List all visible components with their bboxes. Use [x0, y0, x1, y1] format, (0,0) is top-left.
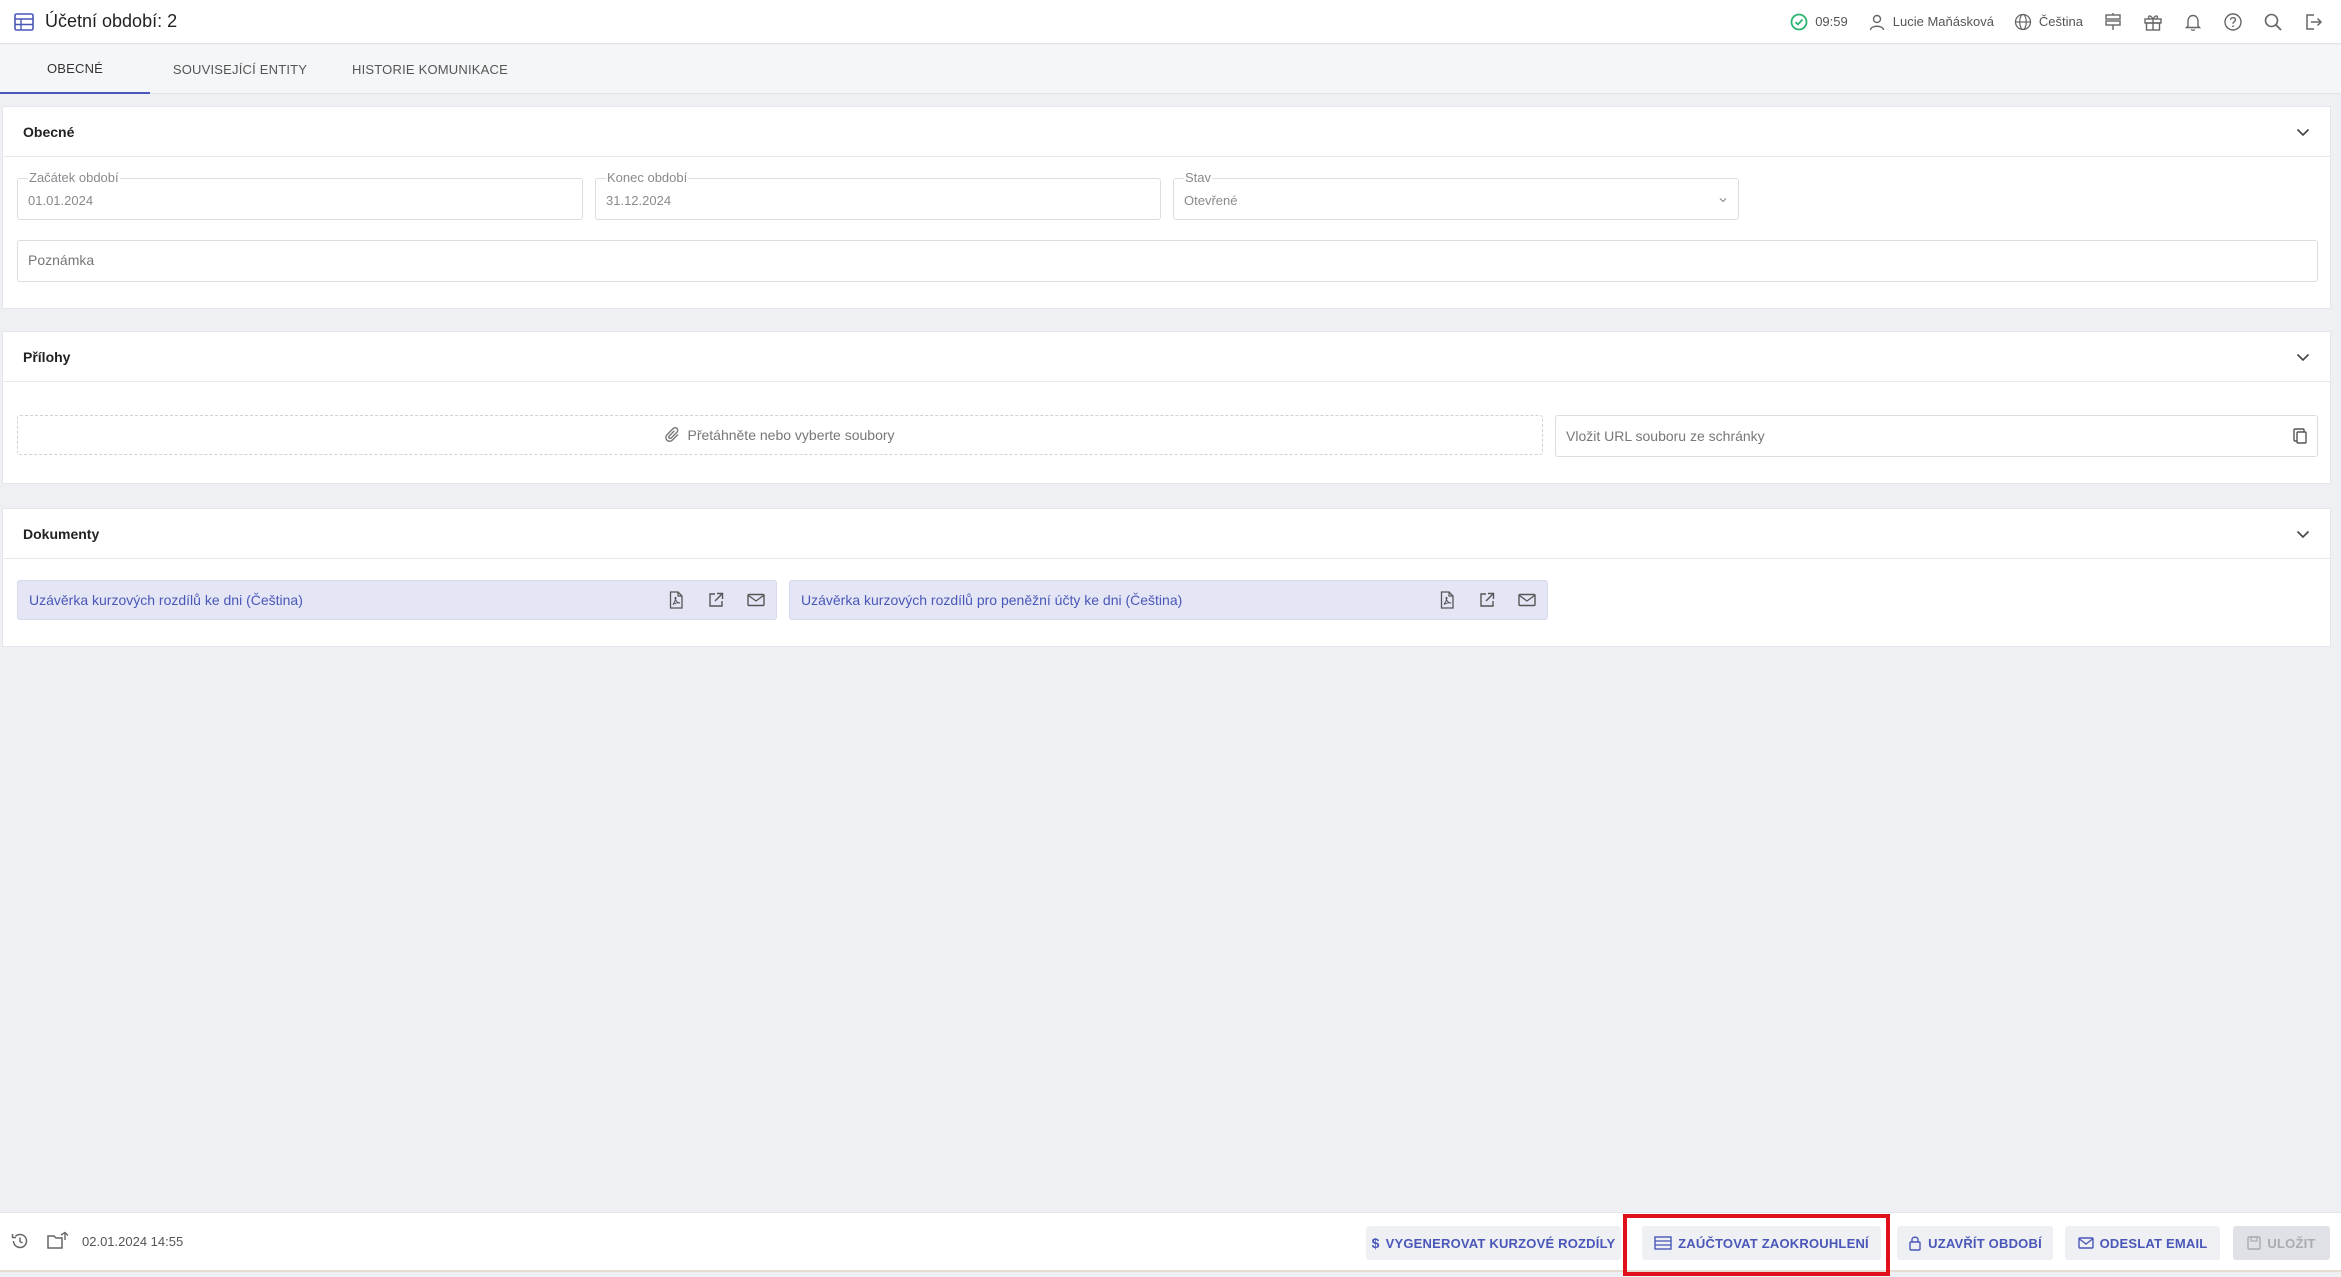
user-name: Lucie Maňásková — [1892, 14, 1994, 29]
mail-icon — [2077, 1237, 2094, 1249]
logout-icon[interactable] — [2301, 10, 2325, 34]
language-label: Čeština — [2038, 14, 2083, 29]
tab-bar: OBECNÉ SOUVISEJÍCÍ ENTITY HISTORIE KOMUN… — [0, 45, 2341, 94]
top-bar: Účetní období: 2 09:59 Lucie Maňásková Č… — [0, 0, 2341, 44]
status-label: Stav — [1184, 170, 1213, 185]
mail-icon[interactable] — [1513, 586, 1541, 614]
documents-panel-title: Dokumenty — [23, 525, 100, 542]
help-icon[interactable] — [2221, 10, 2245, 34]
status-value: Otevřené — [1184, 193, 1238, 208]
status-select[interactable]: Stav Otevřené — [1173, 170, 1739, 220]
send-email-label: ODESLAT EMAIL — [2099, 1235, 2208, 1251]
tab-related-entities[interactable]: SOUVISEJÍCÍ ENTITY — [150, 45, 330, 94]
history-icon[interactable] — [10, 1231, 30, 1251]
period-end-field[interactable]: Konec období 31.12.2024 — [595, 170, 1161, 220]
last-modified-timestamp: 02.01.2024 14:55 — [82, 1233, 184, 1249]
period-end-value: 31.12.2024 — [606, 193, 672, 208]
close-period-button[interactable]: UZAVŘÍT OBDOBÍ — [1897, 1226, 2053, 1260]
note-placeholder: Poznámka — [28, 252, 95, 268]
documents-panel-header[interactable]: Dokumenty — [3, 509, 2330, 559]
file-url-input[interactable]: Vložit URL souboru ze schránky — [1555, 415, 2318, 457]
clipboard-paste-icon[interactable] — [2291, 427, 2309, 445]
status-time: 09:59 — [1790, 13, 1848, 31]
paperclip-icon — [665, 426, 681, 444]
table-icon — [14, 12, 34, 31]
chevron-down-icon[interactable] — [2296, 352, 2310, 362]
folder-share-icon[interactable] — [46, 1231, 70, 1251]
tab-communication-history[interactable]: HISTORIE KOMUNIKACE — [330, 45, 530, 94]
general-panel-title: Obecné — [23, 123, 75, 140]
header-tools: 09:59 Lucie Maňásková Čeština — [1770, 10, 2341, 34]
period-start-label: Začátek období — [28, 170, 120, 185]
general-panel: Obecné Začátek období 01.01.2024 Konec o… — [2, 106, 2331, 309]
footer-toolbar: 02.01.2024 14:55 $ VYGENEROVAT KURZOVÉ R… — [0, 1212, 2341, 1272]
attachments-panel-header[interactable]: Přílohy — [3, 332, 2330, 382]
lock-icon — [1908, 1235, 1922, 1251]
footer-meta: 02.01.2024 14:55 — [10, 1231, 183, 1251]
document-name: Uzávěrka kurzových rozdílů ke dni (Češti… — [29, 592, 303, 608]
generate-exchange-differences-button[interactable]: $ VYGENEROVAT KURZOVÉ ROZDÍLY — [1366, 1226, 1621, 1260]
general-panel-header[interactable]: Obecné — [3, 107, 2330, 157]
highlight-box — [1623, 1214, 1890, 1276]
note-field[interactable]: Poznámka — [17, 240, 2318, 282]
dollar-icon: $ — [1371, 1235, 1380, 1251]
language-menu[interactable]: Čeština — [2014, 13, 2083, 31]
bell-icon[interactable] — [2181, 10, 2205, 34]
external-link-icon[interactable] — [702, 586, 730, 614]
globe-icon — [2014, 13, 2032, 31]
time-label: 09:59 — [1815, 14, 1848, 29]
page-title: Účetní období: 2 — [45, 11, 178, 31]
document-item[interactable]: Uzávěrka kurzových rozdílů ke dni (Češti… — [17, 580, 777, 620]
attachments-panel: Přílohy Přetáhněte nebo vyberte soubory … — [2, 331, 2331, 484]
gift-icon[interactable] — [2141, 10, 2165, 34]
external-link-icon[interactable] — [1473, 586, 1501, 614]
close-period-label: UZAVŘÍT OBDOBÍ — [1928, 1235, 2042, 1251]
document-item[interactable]: Uzávěrka kurzových rozdílů pro peněžní ú… — [789, 580, 1548, 620]
period-start-value: 01.01.2024 — [28, 193, 94, 208]
save-button[interactable]: ULOŽIT — [2233, 1226, 2330, 1260]
file-dropzone[interactable]: Přetáhněte nebo vyberte soubory — [17, 415, 1543, 455]
user-menu[interactable]: Lucie Maňásková — [1868, 13, 1994, 31]
period-end-label: Konec období — [606, 170, 689, 185]
pdf-file-icon[interactable] — [1433, 586, 1461, 614]
chevron-down-icon[interactable] — [2296, 127, 2310, 137]
search-icon[interactable] — [2261, 10, 2285, 34]
mail-icon[interactable] — [742, 586, 770, 614]
chevron-down-icon[interactable] — [2296, 529, 2310, 539]
chevron-down-icon — [1718, 196, 1728, 204]
period-start-field[interactable]: Začátek období 01.01.2024 — [17, 170, 583, 220]
dropzone-label: Přetáhněte nebo vyberte soubory — [687, 427, 895, 443]
send-email-button[interactable]: ODESLAT EMAIL — [2065, 1226, 2220, 1260]
file-url-placeholder: Vložit URL souboru ze schránky — [1566, 428, 1765, 444]
signpost-icon[interactable] — [2101, 10, 2125, 34]
documents-panel: Dokumenty Uzávěrka kurzových rozdílů ke … — [2, 508, 2331, 647]
check-circle-icon — [1790, 13, 1808, 31]
generate-exchange-differences-label: VYGENEROVAT KURZOVÉ ROZDÍLY — [1385, 1235, 1616, 1251]
title-area: Účetní období: 2 — [0, 11, 177, 32]
save-label: ULOŽIT — [2267, 1235, 2316, 1251]
user-icon — [1868, 13, 1886, 31]
save-icon — [2247, 1236, 2262, 1250]
attachments-panel-title: Přílohy — [23, 348, 71, 365]
document-name: Uzávěrka kurzových rozdílů pro peněžní ú… — [801, 592, 1183, 608]
pdf-file-icon[interactable] — [662, 586, 690, 614]
tab-general[interactable]: OBECNÉ — [0, 45, 150, 94]
